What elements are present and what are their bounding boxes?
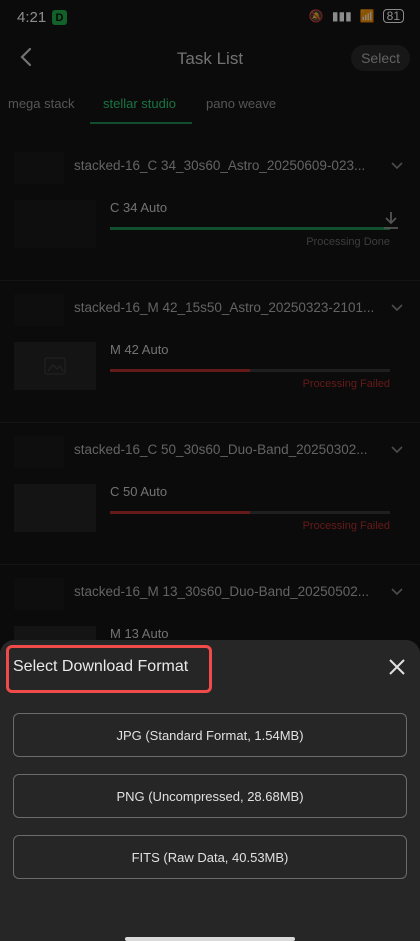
sheet-title: Select Download Format — [13, 658, 189, 675]
task-list-screen: 4:21 D 🔕 ▮▮▮ 📶 81 Task List Select mega … — [0, 0, 420, 941]
close-icon[interactable] — [388, 658, 406, 676]
home-indicator — [125, 937, 295, 941]
format-option-jpg[interactable]: JPG (Standard Format, 1.54MB) — [13, 713, 407, 757]
download-format-sheet: Select Download Format JPG (Standard For… — [0, 640, 420, 941]
format-option-png[interactable]: PNG (Uncompressed, 28.68MB) — [13, 774, 407, 818]
format-option-fits[interactable]: FITS (Raw Data, 40.53MB) — [13, 835, 407, 879]
